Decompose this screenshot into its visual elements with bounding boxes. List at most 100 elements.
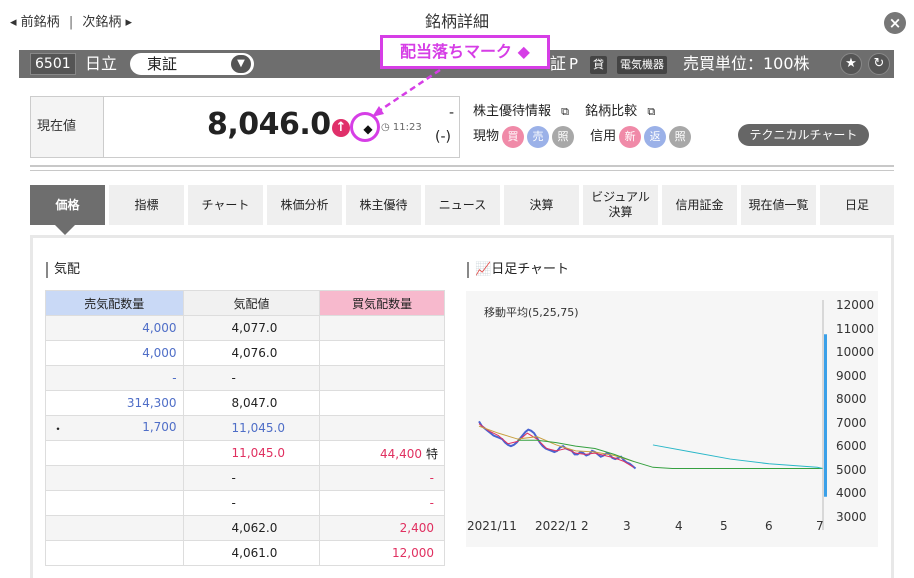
x-tick-label: 6 [765, 519, 773, 533]
bid-qty-value: - [429, 496, 434, 510]
spot-label: 現物 [473, 129, 500, 144]
quote-price: 4,061.0 [182, 540, 321, 566]
spot-ref-button[interactable]: 照 [552, 126, 575, 148]
y-tick-label: 11000 [836, 321, 875, 336]
ask-qty [45, 540, 184, 566]
ask-qty: 4,000 [45, 340, 184, 366]
ask-qty: 4,000 [45, 315, 184, 341]
tab-bar: 価格 指標 チャート 株価分析 株主優待 ニュース 決算 ビジュアル決算 信用証金 現在値一覧 日足 [30, 185, 894, 225]
tab-0[interactable]: 価格 [30, 185, 105, 225]
tab-1[interactable]: 指標 [109, 185, 184, 225]
clock-icon: ◷ [381, 122, 390, 133]
chart-title: 📈日足チャート [467, 262, 569, 278]
technical-chart-button[interactable]: テクニカルチャート [738, 124, 869, 146]
market-short: 証 [550, 54, 567, 73]
compare-label: 銘柄比較 [585, 104, 638, 119]
tab-3[interactable]: 株価分析 [267, 185, 342, 225]
x-tick-label: 5 [720, 519, 728, 533]
table-row: 314,300 8,047.0 [45, 390, 445, 416]
ask-qty [45, 490, 184, 516]
tab-10[interactable]: 日足 [820, 185, 894, 225]
stock-name: 日立 [85, 54, 118, 73]
y-tick-label: 6000 [836, 439, 867, 454]
ask-qty-value: 1,700 [142, 419, 177, 434]
daily-chart[interactable] [466, 291, 878, 547]
ask-qty-value: 314,300 [126, 396, 177, 410]
highlight-circle [350, 112, 380, 142]
quote-price: - [182, 365, 321, 391]
tab-7[interactable]: ビジュアル決算 [583, 185, 658, 225]
prime-badge: P [569, 55, 579, 73]
close-icon[interactable]: × [884, 12, 906, 34]
price-change-pct: (-) [435, 129, 451, 145]
trade-unit: 売買単位：100株 [683, 54, 810, 73]
divider [30, 170, 894, 171]
chevron-down-icon: ▼ [231, 55, 251, 73]
tab-8[interactable]: 信用証金 [662, 185, 737, 225]
price-change: - [449, 105, 455, 121]
margin-ref-button[interactable]: 照 [669, 126, 692, 148]
table-row: 4,061.0 12,000 [45, 540, 445, 566]
bid-qty-value: 12,000 [392, 546, 434, 560]
bid-header: 買気配数量 [319, 290, 445, 316]
margin-new-button[interactable]: 新 [619, 126, 642, 148]
chart-icon: 📈 [475, 262, 492, 277]
spot-buy-button[interactable]: 買 [502, 126, 525, 148]
ask-qty-value: 4,000 [142, 321, 177, 335]
bid-qty: 2,400 [319, 515, 445, 541]
chart-legend: 移動平均(5,25,75) [484, 306, 579, 319]
sector-badge: 電気機器 [617, 56, 667, 74]
tab-2[interactable]: チャート [188, 185, 263, 225]
star-icon[interactable]: ★ [840, 53, 862, 75]
y-tick-label: 9000 [836, 368, 867, 383]
order-book-header: 売気配数量 気配値 買気配数量 [45, 290, 445, 316]
ask-qty: - [45, 365, 184, 391]
tab-5[interactable]: ニュース [425, 185, 500, 225]
tab-4[interactable]: 株主優待 [346, 185, 421, 225]
page-title: 銘柄詳細 [424, 12, 489, 31]
time-value: 11:23 [392, 122, 422, 133]
quote-price: 4,077.0 [182, 315, 321, 341]
active-tab-pointer [55, 225, 75, 235]
refresh-icon[interactable]: ↻ [868, 53, 890, 75]
yutai-link[interactable]: 株主優待情報 ⧉ [473, 104, 575, 119]
tab-9[interactable]: 現在値一覧 [741, 185, 816, 225]
quote-price: - [182, 465, 321, 491]
ask-qty: ・ 1,700 [45, 415, 184, 441]
market-select[interactable]: 東証 ▼ [130, 53, 254, 75]
external-link-icon: ⧉ [561, 105, 570, 118]
spot-sell-button[interactable]: 売 [527, 126, 550, 148]
quote-price: 4,062.0 [182, 515, 321, 541]
order-book: 売気配数量 気配値 買気配数量 4,000 4,077.0 4,000 4,076.0… [45, 290, 445, 566]
table-row: -- [45, 365, 445, 391]
stock-code: 6501 [30, 53, 76, 75]
table-row: 4,000 4,076.0 [45, 340, 445, 366]
x-tick-label: 4 [675, 519, 683, 533]
ask-qty-value: 4,000 [142, 346, 177, 360]
y-tick-label: 8000 [836, 392, 867, 407]
bid-qty [319, 390, 445, 416]
margin-repay-button[interactable]: 返 [644, 126, 667, 148]
bid-qty-value: - [429, 471, 434, 485]
bid-qty-value: 44,400 [379, 446, 422, 461]
y-tick-label: 12000 [836, 298, 875, 312]
table-row: -- [45, 490, 445, 516]
ask-qty [45, 465, 184, 491]
y-tick-label: 10000 [836, 345, 875, 360]
ask-qty [45, 515, 184, 541]
table-row: 4,000 4,077.0 [45, 315, 445, 341]
up-arrow-icon: ↑ [332, 119, 350, 137]
compare-link[interactable]: 銘柄比較 ⧉ [585, 104, 661, 119]
price-time: ◷ 11:23 [381, 122, 422, 133]
bid-qty [319, 415, 445, 441]
quote-price: 4,076.0 [182, 340, 321, 366]
bid-qty [319, 340, 445, 366]
tab-6[interactable]: 決算 [504, 185, 579, 225]
yutai-label: 株主優待情報 [473, 104, 552, 119]
y-tick-label: 7000 [836, 415, 867, 430]
table-row: ・ 1,700 11,045.0 [45, 415, 445, 441]
lend-badge: 貸 [590, 56, 607, 74]
quote-price: 11,045.0 [182, 440, 321, 466]
ask-qty [45, 440, 184, 466]
row-marker: ・ [52, 421, 65, 436]
